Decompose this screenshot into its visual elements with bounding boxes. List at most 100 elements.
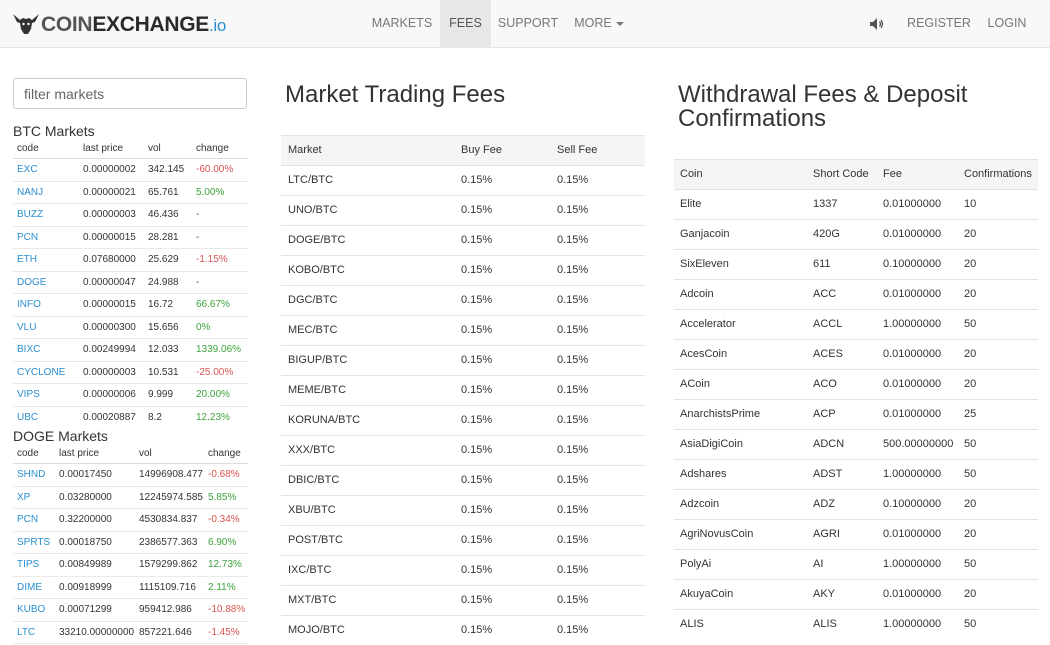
market-last-price: 0.00000015 — [83, 231, 136, 243]
market-change: -60.00% — [196, 164, 234, 175]
withdrawal-fees-table: Coin Short Code Fee Confirmations Elite 1337 0… — [674, 159, 1038, 639]
nav-markets[interactable]: MARKETS — [366, 0, 438, 47]
filter-markets-input[interactable] — [13, 78, 247, 109]
confirmations-cell: 20 — [964, 528, 977, 540]
market-row[interactable]: VIPS 0.00000006 9.999 20.00% — [13, 384, 248, 407]
market-code-link[interactable]: EXC — [17, 159, 38, 181]
market-row[interactable]: VLU 0.00000300 15.656 0% — [13, 317, 248, 339]
market-row[interactable]: PCN 0.00000015 28.281 - — [13, 227, 248, 249]
trading-fees-title: Market Trading Fees — [285, 81, 506, 108]
coin-cell: Elite — [680, 198, 702, 210]
short-code-cell: ACP — [813, 408, 836, 420]
market-code-link[interactable]: DOGE — [17, 272, 46, 294]
market-volume: 1115109.716 — [139, 581, 196, 593]
market-row[interactable]: PCN 0.32200000 4530834.837 -0.34% — [13, 509, 248, 532]
column-header-buy-fee: Buy Fee — [461, 144, 502, 156]
market-code-link[interactable]: VIPS — [17, 384, 40, 406]
market-code-link[interactable]: KUBO — [17, 599, 45, 621]
market-cell: IXC/BTC — [288, 564, 332, 576]
coin-cell: ALIS — [680, 618, 704, 630]
table-row: POST/BTC 0.15% 0.15% — [281, 525, 645, 555]
short-code-cell: AKY — [813, 588, 836, 600]
market-code-link[interactable]: SPRTS — [17, 532, 50, 554]
column-header-sell-fee: Sell Fee — [557, 144, 598, 156]
market-code-link[interactable]: NANJ — [17, 182, 43, 204]
market-code-link[interactable]: PCN — [17, 509, 38, 531]
market-last-price: 0.00000002 — [83, 164, 136, 175]
market-row[interactable]: UBC 0.00020887 8.2 12.23% — [13, 407, 248, 421]
coin-cell: Adcoin — [680, 288, 714, 300]
market-row[interactable]: BUZZ 0.00000003 46.436 - — [13, 204, 248, 227]
market-last-price: 0.03280000 — [59, 491, 112, 503]
speaker-icon[interactable] — [869, 16, 885, 32]
nav-fees[interactable]: FEES — [440, 0, 491, 47]
table-row: LTC/BTC 0.15% 0.15% — [281, 165, 645, 195]
table-row: IXC/BTC 0.15% 0.15% — [281, 555, 645, 585]
market-code-link[interactable]: INFO — [17, 294, 41, 316]
market-code-link[interactable]: BIXC — [17, 339, 40, 361]
market-code-link[interactable]: LTC — [17, 622, 35, 644]
nav-register[interactable]: REGISTER — [906, 0, 972, 47]
market-row[interactable]: KUBO 0.00071299 959412.986 -10.88% — [13, 599, 248, 622]
market-last-price: 0.00249994 — [83, 344, 136, 355]
market-last-price: 0.00018750 — [59, 536, 112, 548]
market-row[interactable]: TIPS 0.00849989 1579299.862 12.73% — [13, 554, 248, 577]
table-row: AkuyaCoin AKY 0.01000000 20 — [674, 579, 1038, 609]
confirmations-cell: 20 — [964, 348, 977, 360]
sell-fee-cell: 0.15% — [557, 444, 589, 456]
confirmations-cell: 20 — [964, 288, 977, 300]
market-change: 12.73% — [208, 559, 242, 570]
market-code-link[interactable]: CYCLONE — [17, 362, 65, 384]
table-row: Accelerator ACCL 1.00000000 50 — [674, 309, 1038, 339]
confirmations-cell: 20 — [964, 258, 977, 270]
fee-cell: 0.01000000 — [883, 348, 942, 360]
market-row[interactable]: DIME 0.00918999 1115109.716 2.11% — [13, 577, 248, 599]
market-row[interactable]: XP 0.03280000 12245974.585 5.85% — [13, 487, 248, 509]
doge-markets-table[interactable]: code last price vol change SHND 0.00017450 149… — [13, 445, 248, 644]
market-cell: KORUNA/BTC — [288, 414, 361, 426]
market-last-price: 0.00000300 — [83, 321, 136, 333]
coin-cell: AkuyaCoin — [680, 588, 734, 600]
table-row: UNO/BTC 0.15% 0.15% — [281, 195, 645, 225]
market-row[interactable]: LTC 33210.00000000 857221.646 -1.45% — [13, 622, 248, 644]
sell-fee-cell: 0.15% — [557, 534, 589, 546]
logo[interactable]: COINEXCHANGE.io — [12, 8, 226, 40]
market-row[interactable]: DOGE 0.00000047 24.988 - — [13, 272, 248, 294]
market-code-link[interactable]: XP — [17, 487, 30, 509]
market-row[interactable]: INFO 0.00000015 16.72 66.67% — [13, 294, 248, 317]
nav-login[interactable]: LOGIN — [982, 0, 1032, 47]
market-cell: DOGE/BTC — [288, 234, 346, 246]
market-row[interactable]: SPRTS 0.00018750 2386577.363 6.90% — [13, 532, 248, 554]
table-row: AgriNovusCoin AGRI 0.01000000 20 — [674, 519, 1038, 549]
short-code-cell: 1337 — [813, 198, 838, 210]
market-cell: UNO/BTC — [288, 204, 338, 216]
market-volume: 25.629 — [148, 254, 179, 265]
market-code-link[interactable]: TIPS — [17, 554, 39, 576]
market-code-link[interactable]: SHND — [17, 464, 45, 486]
market-code-link[interactable]: ETH — [17, 249, 37, 271]
market-code-link[interactable]: BUZZ — [17, 204, 43, 226]
market-volume: 12.033 — [148, 344, 179, 355]
market-row[interactable]: ETH 0.07680000 25.629 -1.15% — [13, 249, 248, 272]
market-row[interactable]: EXC 0.00000002 342.145 -60.00% — [13, 159, 248, 182]
caret-down-icon — [615, 21, 624, 26]
column-header-change: change — [196, 143, 229, 154]
market-row[interactable]: SHND 0.00017450 14996908.477 -0.68% — [13, 464, 248, 487]
market-code-link[interactable]: UBC — [17, 407, 38, 421]
market-row[interactable]: BIXC 0.00249994 12.033 1339.06% — [13, 339, 248, 362]
buy-fee-cell: 0.15% — [461, 294, 493, 306]
fee-cell: 0.01000000 — [883, 288, 942, 300]
market-row[interactable]: NANJ 0.00000021 65.761 5.00% — [13, 182, 248, 204]
nav-more[interactable]: MORE — [566, 0, 632, 47]
fee-cell: 0.01000000 — [883, 378, 942, 390]
market-code-link[interactable]: VLU — [17, 317, 36, 339]
market-change: - — [196, 276, 200, 288]
nav-support[interactable]: SUPPORT — [493, 0, 563, 47]
btc-markets-table[interactable]: code last price vol change EXC 0.00000002 342.… — [13, 140, 248, 420]
market-row[interactable]: CYCLONE 0.00000003 10.531 -25.00% — [13, 362, 248, 384]
column-header-last-price: last price — [59, 448, 100, 459]
market-code-link[interactable]: PCN — [17, 227, 38, 249]
coin-cell: PolyAi — [680, 558, 712, 570]
column-header-vol: vol — [139, 448, 152, 459]
market-code-link[interactable]: DIME — [17, 577, 42, 599]
